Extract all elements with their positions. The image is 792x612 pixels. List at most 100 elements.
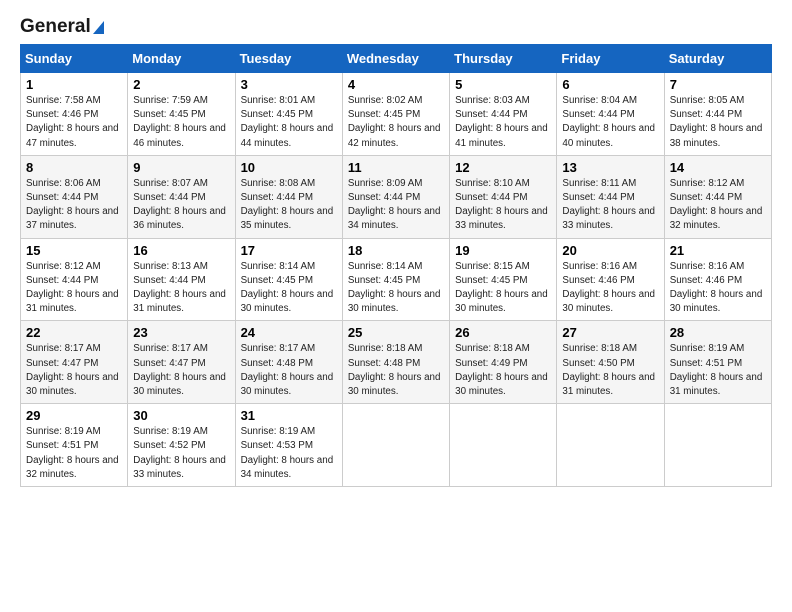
day-number: 17 (241, 243, 337, 258)
day-cell-31: 31 Sunrise: 8:19 AMSunset: 4:53 PMDaylig… (235, 404, 342, 487)
day-number: 21 (670, 243, 766, 258)
day-number: 25 (348, 325, 444, 340)
day-info: Sunrise: 8:18 AMSunset: 4:49 PMDaylight:… (455, 343, 548, 397)
day-number: 7 (670, 77, 766, 92)
day-number: 13 (562, 160, 658, 175)
calendar-week-2: 8 Sunrise: 8:06 AMSunset: 4:44 PMDayligh… (21, 155, 772, 238)
day-info: Sunrise: 8:14 AMSunset: 4:45 PMDaylight:… (348, 261, 441, 315)
day-number: 15 (26, 243, 122, 258)
day-number: 20 (562, 243, 658, 258)
weekday-header-tuesday: Tuesday (235, 45, 342, 73)
day-number: 22 (26, 325, 122, 340)
weekday-header-thursday: Thursday (450, 45, 557, 73)
day-info: Sunrise: 8:08 AMSunset: 4:44 PMDaylight:… (241, 178, 334, 232)
calendar-week-3: 15 Sunrise: 8:12 AMSunset: 4:44 PMDaylig… (21, 238, 772, 321)
calendar-table: SundayMondayTuesdayWednesdayThursdayFrid… (20, 44, 772, 487)
day-cell-27: 27 Sunrise: 8:18 AMSunset: 4:50 PMDaylig… (557, 321, 664, 404)
day-number: 23 (133, 325, 229, 340)
day-info: Sunrise: 8:17 AMSunset: 4:48 PMDaylight:… (241, 343, 334, 397)
day-info: Sunrise: 8:01 AMSunset: 4:45 PMDaylight:… (241, 95, 334, 149)
weekday-header-saturday: Saturday (664, 45, 771, 73)
day-cell-28: 28 Sunrise: 8:19 AMSunset: 4:51 PMDaylig… (664, 321, 771, 404)
day-number: 30 (133, 408, 229, 423)
day-number: 27 (562, 325, 658, 340)
day-info: Sunrise: 8:02 AMSunset: 4:45 PMDaylight:… (348, 95, 441, 149)
logo-general: General (20, 16, 91, 38)
day-number: 5 (455, 77, 551, 92)
empty-cell (450, 404, 557, 487)
day-info: Sunrise: 8:19 AMSunset: 4:53 PMDaylight:… (241, 426, 334, 480)
day-number: 29 (26, 408, 122, 423)
day-info: Sunrise: 8:12 AMSunset: 4:44 PMDaylight:… (670, 178, 763, 232)
day-number: 2 (133, 77, 229, 92)
day-info: Sunrise: 8:16 AMSunset: 4:46 PMDaylight:… (670, 261, 763, 315)
page-header: General (20, 16, 772, 34)
day-info: Sunrise: 8:06 AMSunset: 4:44 PMDaylight:… (26, 178, 119, 232)
empty-cell (342, 404, 449, 487)
day-info: Sunrise: 8:04 AMSunset: 4:44 PMDaylight:… (562, 95, 655, 149)
day-number: 9 (133, 160, 229, 175)
day-cell-5: 5 Sunrise: 8:03 AMSunset: 4:44 PMDayligh… (450, 73, 557, 156)
day-info: Sunrise: 8:13 AMSunset: 4:44 PMDaylight:… (133, 261, 226, 315)
day-cell-8: 8 Sunrise: 8:06 AMSunset: 4:44 PMDayligh… (21, 155, 128, 238)
day-cell-14: 14 Sunrise: 8:12 AMSunset: 4:44 PMDaylig… (664, 155, 771, 238)
day-info: Sunrise: 8:17 AMSunset: 4:47 PMDaylight:… (133, 343, 226, 397)
day-number: 1 (26, 77, 122, 92)
day-cell-24: 24 Sunrise: 8:17 AMSunset: 4:48 PMDaylig… (235, 321, 342, 404)
day-number: 24 (241, 325, 337, 340)
day-info: Sunrise: 8:05 AMSunset: 4:44 PMDaylight:… (670, 95, 763, 149)
calendar-week-5: 29 Sunrise: 8:19 AMSunset: 4:51 PMDaylig… (21, 404, 772, 487)
day-number: 19 (455, 243, 551, 258)
empty-cell (557, 404, 664, 487)
day-cell-1: 1 Sunrise: 7:58 AMSunset: 4:46 PMDayligh… (21, 73, 128, 156)
day-cell-16: 16 Sunrise: 8:13 AMSunset: 4:44 PMDaylig… (128, 238, 235, 321)
day-cell-22: 22 Sunrise: 8:17 AMSunset: 4:47 PMDaylig… (21, 321, 128, 404)
day-cell-9: 9 Sunrise: 8:07 AMSunset: 4:44 PMDayligh… (128, 155, 235, 238)
day-cell-29: 29 Sunrise: 8:19 AMSunset: 4:51 PMDaylig… (21, 404, 128, 487)
day-info: Sunrise: 7:59 AMSunset: 4:45 PMDaylight:… (133, 95, 226, 149)
day-cell-17: 17 Sunrise: 8:14 AMSunset: 4:45 PMDaylig… (235, 238, 342, 321)
day-number: 4 (348, 77, 444, 92)
day-cell-10: 10 Sunrise: 8:08 AMSunset: 4:44 PMDaylig… (235, 155, 342, 238)
weekday-header-row: SundayMondayTuesdayWednesdayThursdayFrid… (21, 45, 772, 73)
day-info: Sunrise: 8:12 AMSunset: 4:44 PMDaylight:… (26, 261, 119, 315)
weekday-header-friday: Friday (557, 45, 664, 73)
day-info: Sunrise: 8:10 AMSunset: 4:44 PMDaylight:… (455, 178, 548, 232)
weekday-header-monday: Monday (128, 45, 235, 73)
day-number: 14 (670, 160, 766, 175)
day-cell-25: 25 Sunrise: 8:18 AMSunset: 4:48 PMDaylig… (342, 321, 449, 404)
day-number: 31 (241, 408, 337, 423)
day-number: 3 (241, 77, 337, 92)
calendar-week-1: 1 Sunrise: 7:58 AMSunset: 4:46 PMDayligh… (21, 73, 772, 156)
day-number: 26 (455, 325, 551, 340)
day-cell-26: 26 Sunrise: 8:18 AMSunset: 4:49 PMDaylig… (450, 321, 557, 404)
day-info: Sunrise: 8:19 AMSunset: 4:51 PMDaylight:… (26, 426, 119, 480)
day-info: Sunrise: 8:03 AMSunset: 4:44 PMDaylight:… (455, 95, 548, 149)
day-info: Sunrise: 8:17 AMSunset: 4:47 PMDaylight:… (26, 343, 119, 397)
day-cell-6: 6 Sunrise: 8:04 AMSunset: 4:44 PMDayligh… (557, 73, 664, 156)
day-info: Sunrise: 8:18 AMSunset: 4:50 PMDaylight:… (562, 343, 655, 397)
day-cell-19: 19 Sunrise: 8:15 AMSunset: 4:45 PMDaylig… (450, 238, 557, 321)
day-info: Sunrise: 8:18 AMSunset: 4:48 PMDaylight:… (348, 343, 441, 397)
day-number: 6 (562, 77, 658, 92)
empty-cell (664, 404, 771, 487)
day-info: Sunrise: 8:19 AMSunset: 4:52 PMDaylight:… (133, 426, 226, 480)
day-cell-12: 12 Sunrise: 8:10 AMSunset: 4:44 PMDaylig… (450, 155, 557, 238)
day-info: Sunrise: 8:16 AMSunset: 4:46 PMDaylight:… (562, 261, 655, 315)
day-cell-15: 15 Sunrise: 8:12 AMSunset: 4:44 PMDaylig… (21, 238, 128, 321)
day-cell-20: 20 Sunrise: 8:16 AMSunset: 4:46 PMDaylig… (557, 238, 664, 321)
day-number: 8 (26, 160, 122, 175)
day-number: 16 (133, 243, 229, 258)
day-cell-3: 3 Sunrise: 8:01 AMSunset: 4:45 PMDayligh… (235, 73, 342, 156)
day-info: Sunrise: 7:58 AMSunset: 4:46 PMDaylight:… (26, 95, 119, 149)
day-cell-18: 18 Sunrise: 8:14 AMSunset: 4:45 PMDaylig… (342, 238, 449, 321)
day-number: 10 (241, 160, 337, 175)
weekday-header-sunday: Sunday (21, 45, 128, 73)
day-info: Sunrise: 8:14 AMSunset: 4:45 PMDaylight:… (241, 261, 334, 315)
day-cell-11: 11 Sunrise: 8:09 AMSunset: 4:44 PMDaylig… (342, 155, 449, 238)
weekday-header-wednesday: Wednesday (342, 45, 449, 73)
day-info: Sunrise: 8:07 AMSunset: 4:44 PMDaylight:… (133, 178, 226, 232)
day-cell-23: 23 Sunrise: 8:17 AMSunset: 4:47 PMDaylig… (128, 321, 235, 404)
day-cell-2: 2 Sunrise: 7:59 AMSunset: 4:45 PMDayligh… (128, 73, 235, 156)
day-cell-13: 13 Sunrise: 8:11 AMSunset: 4:44 PMDaylig… (557, 155, 664, 238)
